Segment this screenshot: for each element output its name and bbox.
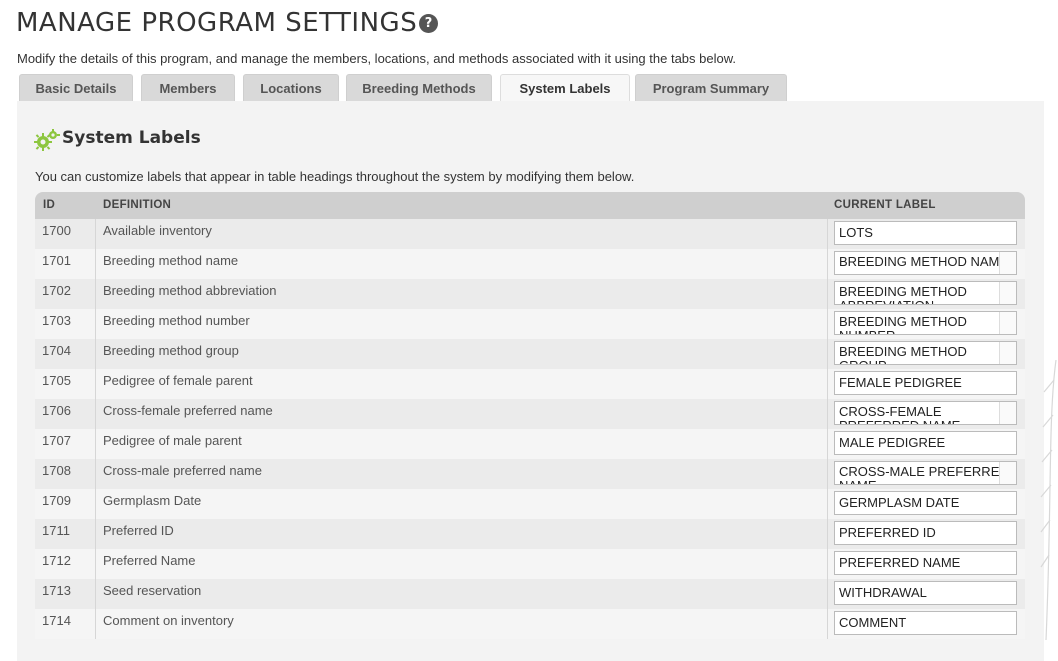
label-input[interactable]: COMMENT (834, 611, 1017, 635)
label-input[interactable]: BREEDING METHOD NUMBER (834, 311, 1017, 335)
row-definition: Comment on inventory (103, 613, 234, 628)
table-row: 1708 Cross-male preferred name CROSS-MALE … (35, 459, 1025, 489)
row-definition: Seed reservation (103, 583, 202, 598)
row-definition: Germplasm Date (103, 493, 202, 508)
table-row: 1713 Seed reservation WITHDRAWAL (35, 579, 1025, 609)
header-definition: DEFINITION (103, 199, 172, 211)
page-title: MANAGE PROGRAM SETTINGS (16, 8, 418, 38)
row-id: 1712 (42, 553, 71, 568)
column-divider (95, 219, 96, 639)
row-id: 1709 (42, 493, 71, 508)
label-input[interactable]: PREFERRED ID (834, 521, 1017, 545)
gears-icon (34, 129, 60, 151)
table-row: 1703 Breeding method number BREEDING METHO… (35, 309, 1025, 339)
table-row: 1700 Available inventory LOTS (35, 219, 1025, 249)
tab-program-summary[interactable]: Program Summary (635, 74, 787, 101)
tab-breeding-methods[interactable]: Breeding Methods (346, 74, 492, 101)
label-input[interactable]: BREEDING METHOD ABBREVIATION (834, 281, 1017, 305)
label-input[interactable]: FEMALE PEDIGREE (834, 371, 1017, 395)
label-input[interactable]: MALE PEDIGREE (834, 431, 1017, 455)
label-input[interactable]: GERMPLASM DATE (834, 491, 1017, 515)
table-header: ID DEFINITION CURRENT LABEL (35, 192, 1025, 219)
label-input[interactable]: LOTS (834, 221, 1017, 245)
label-input[interactable]: BREEDING METHOD GROUP (834, 341, 1017, 365)
row-id: 1704 (42, 343, 71, 358)
header-id: ID (43, 199, 56, 211)
row-id: 1705 (42, 373, 71, 388)
table-row: 1711 Preferred ID PREFERRED ID (35, 519, 1025, 549)
row-definition: Pedigree of female parent (103, 373, 253, 388)
tab-locations[interactable]: Locations (243, 74, 339, 101)
table-row: 1709 Germplasm Date GERMPLASM DATE (35, 489, 1025, 519)
tab-basic-details[interactable]: Basic Details (19, 74, 133, 101)
table-body: 1700 Available inventory LOTS 1701 Breeding… (35, 219, 1025, 639)
row-definition: Pedigree of male parent (103, 433, 242, 448)
row-id: 1713 (42, 583, 71, 598)
header-current-label: CURRENT LABEL (834, 199, 936, 211)
label-input[interactable]: CROSS-MALE PREFERRED NAME (834, 461, 1017, 485)
row-definition: Breeding method number (103, 313, 250, 328)
label-input[interactable]: CROSS-FEMALE PREFERRED NAME (834, 401, 1017, 425)
system-labels-table: ID DEFINITION CURRENT LABEL 1700 Availabl… (35, 192, 1025, 639)
table-row: 1701 Breeding method name BREEDING METHOD … (35, 249, 1025, 279)
row-definition: Breeding method group (103, 343, 239, 358)
row-definition: Preferred ID (103, 523, 174, 538)
table-row: 1712 Preferred Name PREFERRED NAME (35, 549, 1025, 579)
row-definition: Breeding method abbreviation (103, 283, 277, 298)
wheat-watermark-icon (1040, 360, 1057, 640)
row-id: 1702 (42, 283, 71, 298)
row-id: 1714 (42, 613, 71, 628)
table-row: 1714 Comment on inventory COMMENT (35, 609, 1025, 639)
row-id: 1701 (42, 253, 71, 268)
row-definition: Preferred Name (103, 553, 196, 568)
row-definition: Available inventory (103, 223, 212, 238)
tab-members[interactable]: Members (141, 74, 235, 101)
table-row: 1702 Breeding method abbreviation BREEDING… (35, 279, 1025, 309)
table-row: 1705 Pedigree of female parent FEMALE PEDI… (35, 369, 1025, 399)
section-description: You can customize labels that appear in … (35, 169, 635, 184)
row-definition: Cross-female preferred name (103, 403, 273, 418)
row-id: 1707 (42, 433, 71, 448)
label-input[interactable]: WITHDRAWAL (834, 581, 1017, 605)
row-id: 1706 (42, 403, 71, 418)
page-subtitle: Modify the details of this program, and … (17, 51, 737, 66)
table-row: 1706 Cross-female preferred name CROSS-FEM… (35, 399, 1025, 429)
row-id: 1711 (42, 523, 70, 538)
tab-system-labels[interactable]: System Labels (500, 74, 630, 102)
help-icon[interactable]: ? (419, 14, 438, 33)
label-input[interactable]: PREFERRED NAME (834, 551, 1017, 575)
row-definition: Cross-male preferred name (103, 463, 262, 478)
row-id: 1700 (42, 223, 71, 238)
table-row: 1707 Pedigree of male parent MALE PEDIGREE (35, 429, 1025, 459)
label-input[interactable]: BREEDING METHOD NAME (834, 251, 1017, 275)
table-row: 1704 Breeding method group BREEDING METHOD… (35, 339, 1025, 369)
section-title: System Labels (62, 128, 201, 148)
row-id: 1703 (42, 313, 71, 328)
row-id: 1708 (42, 463, 71, 478)
row-definition: Breeding method name (103, 253, 239, 268)
column-divider (827, 219, 828, 639)
